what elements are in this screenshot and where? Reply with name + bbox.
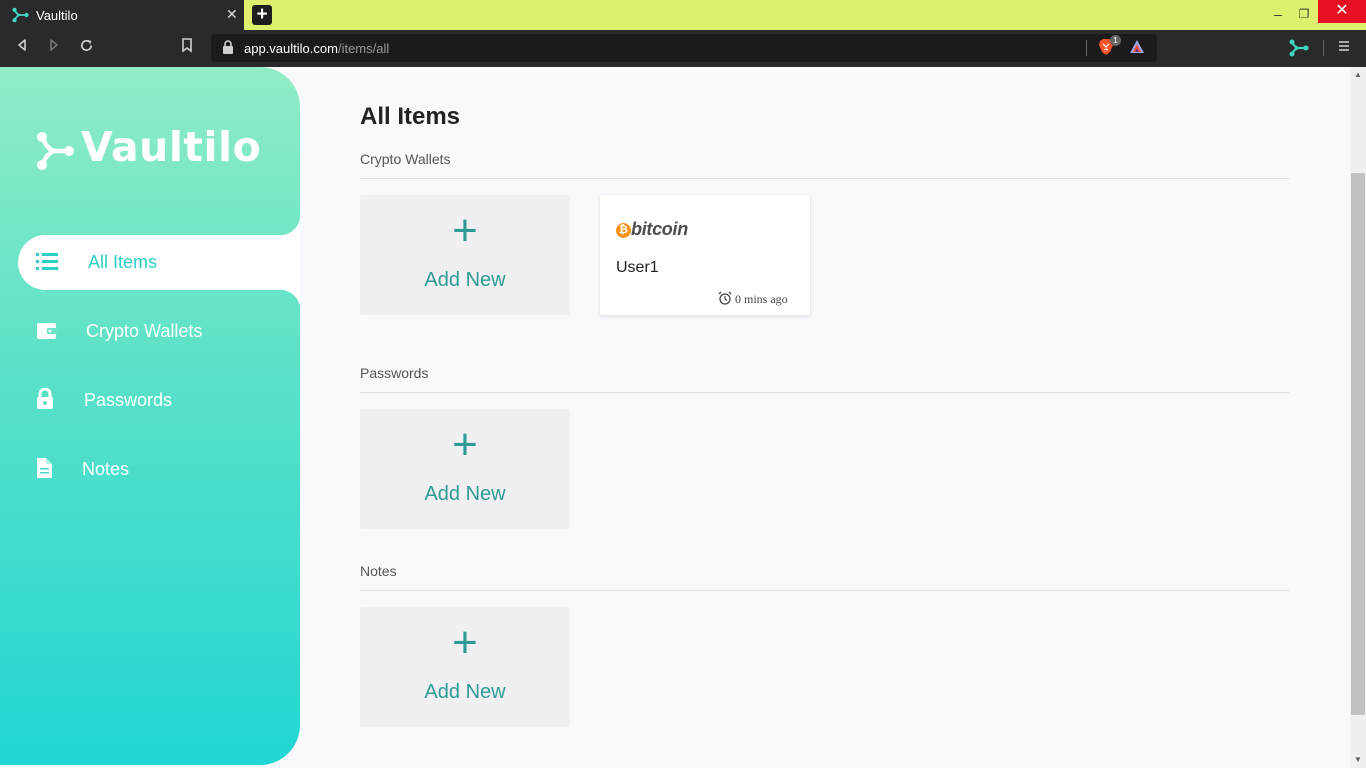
url-text: app.vaultilo.com/items/all — [244, 41, 390, 56]
add-new-label: Add New — [424, 269, 506, 291]
section-divider — [360, 590, 1289, 591]
tab-title: Vaultilo — [36, 8, 78, 23]
sidebar-item-label: Passwords — [84, 390, 173, 410]
bookmark-icon[interactable] — [177, 38, 197, 58]
sidebar-item-label: Notes — [82, 459, 130, 479]
section-divider — [360, 178, 1289, 179]
browser-tab[interactable]: Vaultilo ✕ — [0, 0, 244, 30]
sidebar-item-crypto-wallets[interactable]: Crypto Wallets — [18, 304, 300, 359]
scroll-thumb[interactable] — [1351, 173, 1365, 715]
alarm-clock-icon — [718, 291, 732, 305]
list-icon — [36, 253, 58, 270]
vaultilo-logo-icon — [37, 132, 74, 170]
back-icon[interactable] — [12, 38, 32, 58]
section-title-crypto-wallets: Crypto Wallets — [360, 151, 451, 167]
plus-icon: + — [452, 618, 478, 667]
wallet-name: User1 — [616, 259, 659, 276]
sidebar-item-label: Crypto Wallets — [86, 321, 203, 341]
add-password-button[interactable]: + Add New — [360, 409, 570, 529]
section-title-notes: Notes — [360, 563, 397, 579]
sidebar-item-notes[interactable]: Notes — [18, 442, 300, 497]
brand-name: Vaultilo — [81, 123, 262, 171]
shields-badge: 1 — [1110, 35, 1121, 46]
add-note-button[interactable]: + Add New — [360, 607, 570, 727]
new-tab-button[interactable]: + — [252, 5, 272, 25]
plus-icon: + — [452, 206, 478, 255]
minimize-button[interactable]: – — [1266, 3, 1290, 25]
add-new-label: Add New — [424, 681, 506, 703]
section-title-passwords: Passwords — [360, 365, 429, 381]
brave-rewards-icon[interactable] — [1129, 39, 1145, 55]
vaultilo-extension-icon[interactable] — [1289, 38, 1309, 58]
section-divider — [360, 392, 1289, 393]
forward-icon[interactable] — [44, 38, 64, 58]
add-new-label: Add New — [424, 483, 506, 505]
sidebar: Vaultilo All Items Crypto Wallets Passwo… — [0, 67, 300, 765]
browser-tab-strip: Vaultilo ✕ + – ❐ ✕ — [0, 0, 1366, 30]
restore-button[interactable]: ❐ — [1292, 3, 1316, 25]
browser-toolbar: app.vaultilo.com/items/all 1 — [0, 30, 1366, 67]
sidebar-item-all-items[interactable]: All Items — [18, 215, 300, 310]
page-title: All Items — [360, 103, 461, 130]
wallet-card[interactable]: ₿ bitcoin User1 0 mins ago — [600, 195, 810, 315]
sidebar-item-passwords[interactable]: Passwords — [18, 373, 300, 428]
tab-close-icon[interactable]: ✕ — [226, 6, 238, 23]
sidebar-item-label: All Items — [88, 252, 158, 272]
vaultilo-logo-icon — [12, 7, 29, 23]
page-scrollbar[interactable]: ▲ ▼ — [1350, 67, 1366, 768]
menu-icon[interactable] — [1334, 38, 1354, 58]
window-close-button[interactable]: ✕ — [1318, 0, 1366, 23]
lock-icon — [37, 388, 53, 409]
address-bar[interactable]: app.vaultilo.com/items/all 1 — [211, 34, 1157, 62]
add-crypto-wallet-button[interactable]: + Add New — [360, 195, 570, 315]
url-separator — [1086, 40, 1087, 56]
bitcoin-coin-icon: ₿ — [616, 223, 631, 238]
page: Vaultilo All Items Crypto Wallets Passwo… — [0, 67, 1350, 768]
scroll-down-arrow-icon[interactable]: ▼ — [1350, 752, 1366, 768]
wallet-icon — [37, 323, 57, 339]
lock-icon — [223, 40, 233, 54]
document-icon — [37, 458, 52, 478]
plus-icon: + — [452, 420, 478, 469]
bitcoin-wordmark: bitcoin — [631, 219, 688, 239]
scroll-up-arrow-icon[interactable]: ▲ — [1350, 67, 1366, 83]
toolbar-separator — [1323, 40, 1324, 56]
reload-icon[interactable] — [76, 38, 96, 58]
